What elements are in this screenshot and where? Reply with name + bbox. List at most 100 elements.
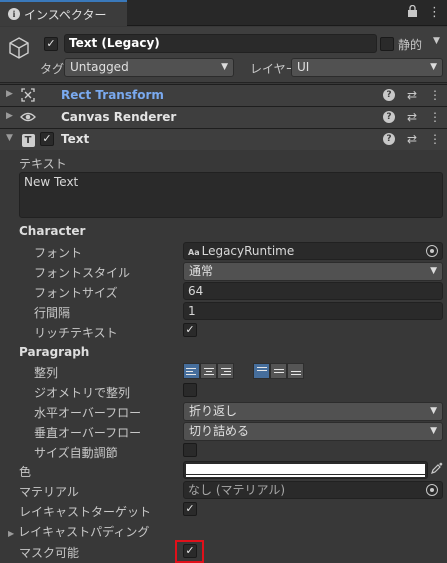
font-asset-icon: Aa [188, 248, 200, 257]
highlight-box [175, 540, 204, 563]
paragraph-header: Paragraph [19, 345, 90, 359]
chevron-down-icon: ▼ [430, 426, 437, 436]
text-enabled-checkbox[interactable]: ✓ [40, 132, 54, 146]
raycast-target-checkbox[interactable]: ✓ [183, 502, 197, 516]
horizontal-overflow-dropdown[interactable]: 折り返し ▼ [183, 402, 443, 421]
font-style-label: フォントスタイル [34, 266, 131, 280]
text-component-icon: T [20, 132, 36, 147]
font-style-dropdown[interactable]: 通常 ▼ [183, 262, 443, 281]
gameobject-header: ✓ Text (Legacy) 静的 ▼ タグ Untagged ▼ レイヤー U… [0, 27, 447, 83]
help-icon[interactable]: ? [382, 133, 395, 145]
component-canvas-renderer[interactable]: ▶ Canvas Renderer ? ⇄ ⋮ [0, 106, 447, 128]
maskable-label: マスク可能 [19, 546, 80, 560]
chevron-down-icon: ▼ [430, 266, 437, 276]
object-picker-icon[interactable] [426, 484, 438, 496]
chevron-down-icon: ▼ [430, 62, 437, 72]
foldout-arrow-icon: ▶ [8, 529, 15, 538]
best-fit-label: サイズ自動調節 [34, 446, 118, 460]
font-label: フォント [34, 246, 83, 260]
eye-icon [20, 110, 36, 125]
align-by-geometry-checkbox[interactable] [183, 383, 197, 397]
rich-text-label: リッチテキスト [34, 326, 118, 340]
tag-dropdown[interactable]: Untagged ▼ [64, 58, 234, 77]
component-title: Rect Transform [61, 88, 164, 102]
kebab-menu-icon[interactable]: ⋮ [428, 5, 441, 21]
color-field[interactable] [183, 461, 428, 479]
layer-value: UI [297, 60, 310, 74]
foldout-arrow-icon[interactable]: ▶ [6, 89, 13, 99]
align-center-button[interactable] [200, 363, 217, 379]
font-size-field[interactable]: 64 [183, 282, 443, 300]
tab-inspector[interactable]: i インスペクター [0, 0, 127, 26]
material-value: なし (マテリアル) [188, 483, 286, 497]
align-top-button[interactable] [253, 363, 270, 379]
tab-label: インスペクター [24, 7, 107, 22]
checkmark-icon: ✓ [42, 132, 52, 145]
text-label: テキスト [19, 157, 67, 171]
chevron-down-icon: ▼ [221, 62, 228, 72]
align-left-button[interactable] [183, 363, 200, 379]
chevron-down-icon[interactable]: ▼ [433, 36, 440, 46]
tag-label: タグ [40, 62, 65, 76]
alignment-label: 整列 [34, 366, 59, 380]
eyedropper-icon[interactable] [431, 462, 443, 477]
align-bottom-button[interactable] [287, 363, 304, 379]
color-swatch [186, 464, 425, 474]
tab-bar: i インスペクター ⋮ [0, 0, 447, 26]
info-icon: i [8, 8, 20, 20]
rect-transform-icon [20, 88, 36, 103]
static-label: 静的 [398, 38, 423, 52]
line-spacing-field[interactable]: 1 [183, 302, 443, 320]
vertical-alignment-group [253, 363, 304, 379]
foldout-arrow-icon[interactable]: ▼ [6, 133, 13, 143]
preset-sliders-icon[interactable]: ⇄ [407, 110, 417, 124]
active-checkbox[interactable]: ✓ [44, 37, 58, 51]
text-area[interactable]: New Text [19, 172, 443, 218]
tag-value: Untagged [70, 60, 129, 74]
kebab-menu-icon[interactable]: ⋮ [429, 132, 441, 146]
help-icon[interactable]: ? [382, 89, 395, 101]
material-object-field[interactable]: なし (マテリアル) [183, 481, 443, 499]
object-picker-icon[interactable] [426, 245, 438, 257]
checkmark-icon: ✓ [185, 502, 195, 515]
align-by-geometry-label: ジオメトリで整列 [34, 386, 131, 400]
component-title: Text [61, 132, 90, 146]
component-title: Canvas Renderer [61, 110, 177, 124]
component-rect-transform[interactable]: ▶ Rect Transform ? ⇄ ⋮ [0, 84, 447, 106]
font-object-field[interactable]: Aa LegacyRuntime [183, 242, 443, 260]
checkmark-icon: ✓ [185, 323, 195, 336]
character-header: Character [19, 224, 86, 238]
chevron-down-icon: ▼ [430, 406, 437, 416]
checkmark-icon: ✓ [46, 37, 56, 50]
preset-sliders-icon[interactable]: ⇄ [407, 132, 417, 146]
vertical-overflow-label: 垂直オーバーフロー [34, 426, 142, 440]
help-icon[interactable]: ? [382, 111, 395, 123]
rich-text-checkbox[interactable]: ✓ [183, 323, 197, 337]
layer-dropdown[interactable]: UI ▼ [291, 58, 443, 77]
align-right-button[interactable] [217, 363, 234, 379]
align-middle-button[interactable] [270, 363, 287, 379]
vertical-overflow-dropdown[interactable]: 切り詰める ▼ [183, 422, 443, 441]
static-checkbox[interactable] [380, 37, 394, 51]
material-label: マテリアル [19, 485, 79, 499]
font-value: LegacyRuntime [201, 244, 295, 258]
alpha-bar [186, 475, 425, 477]
horizontal-alignment-group [183, 363, 234, 379]
line-spacing-label: 行間隔 [34, 306, 71, 320]
lock-icon[interactable] [407, 4, 418, 21]
object-name-field[interactable]: Text (Legacy) [64, 34, 377, 53]
font-style-value: 通常 [189, 264, 214, 278]
foldout-arrow-icon[interactable]: ▶ [6, 111, 13, 121]
preset-sliders-icon[interactable]: ⇄ [407, 88, 417, 102]
kebab-menu-icon[interactable]: ⋮ [429, 88, 441, 102]
color-label: 色 [19, 465, 32, 479]
horizontal-overflow-label: 水平オーバーフロー [34, 406, 142, 420]
kebab-menu-icon[interactable]: ⋮ [429, 110, 441, 124]
component-text[interactable]: ▼ T ✓ Text ? ⇄ ⋮ [0, 128, 447, 150]
raycast-target-label: レイキャストターゲット [19, 505, 152, 519]
raycast-padding-foldout[interactable]: ▶ レイキャストパディング [8, 523, 149, 540]
font-size-label: フォントサイズ [34, 286, 118, 300]
gameobject-cube-icon [7, 36, 31, 63]
vertical-overflow-value: 切り詰める [189, 424, 250, 438]
best-fit-checkbox[interactable] [183, 443, 197, 457]
